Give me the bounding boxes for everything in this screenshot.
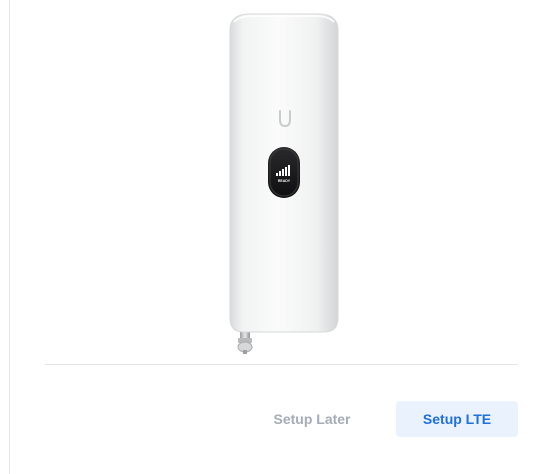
lte-device-image: READY	[200, 10, 370, 355]
setup-lte-button[interactable]: Setup LTE	[396, 401, 518, 437]
panel-left-border	[9, 0, 10, 474]
footer-divider	[45, 364, 518, 365]
device-screen-label: READY	[278, 179, 291, 183]
lte-device-icon: READY	[229, 13, 339, 354]
setup-panel: READY Setup Later Setup LTE	[0, 0, 541, 474]
setup-later-button[interactable]: Setup Later	[262, 401, 362, 437]
